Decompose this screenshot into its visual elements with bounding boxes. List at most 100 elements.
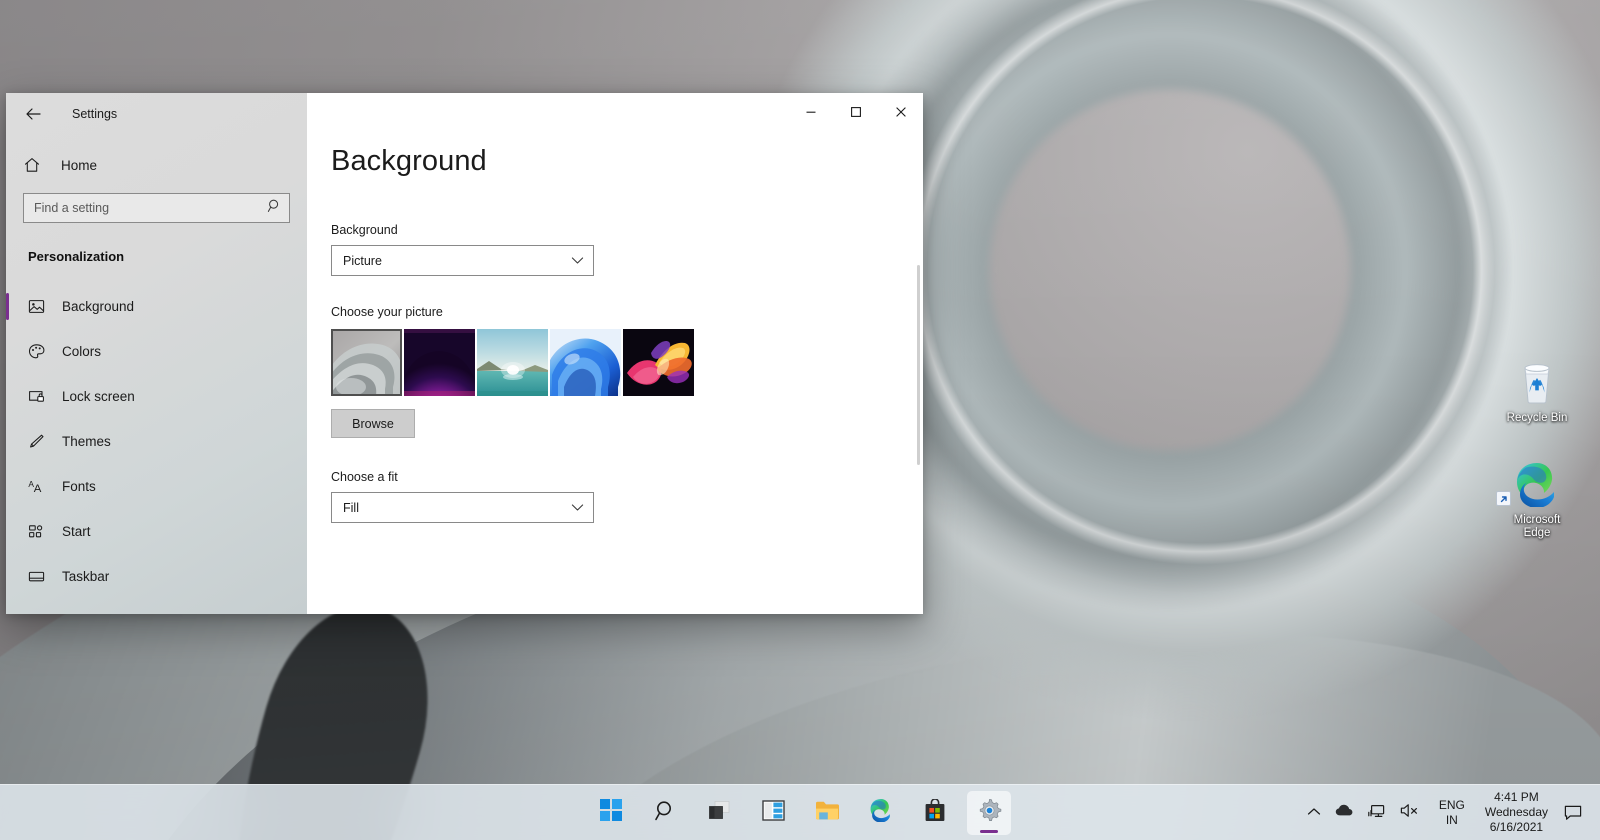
onedrive-cloud-icon[interactable] (1335, 804, 1354, 822)
sidebar-item-label: Taskbar (62, 569, 109, 584)
back-arrow-icon[interactable] (16, 99, 50, 129)
notification-chat-icon[interactable] (1558, 805, 1594, 821)
tray-language-line2: IN (1439, 813, 1465, 827)
tray-icon-group (1297, 803, 1429, 823)
maximize-icon[interactable] (833, 93, 878, 131)
desktop-icon-label: Microsoft Edge (1494, 514, 1580, 540)
browse-button[interactable]: Browse (331, 409, 415, 438)
search-input[interactable] (34, 201, 267, 215)
search-icon[interactable] (267, 198, 282, 218)
fit-dropdown-value: Fill (343, 501, 359, 515)
sidebar-item-label: Themes (62, 434, 111, 449)
picture-thumbnail-flower-abstract[interactable] (623, 329, 694, 396)
chevron-up-icon[interactable] (1307, 804, 1321, 822)
choose-fit-label: Choose a fit (331, 470, 923, 484)
search-box[interactable] (23, 193, 290, 223)
sidebar-home-label: Home (61, 158, 97, 173)
settings-gear-icon (977, 798, 1002, 828)
shortcut-arrow-icon (1496, 491, 1511, 506)
window-controls (788, 93, 923, 131)
sidebar-item-label: Colors (62, 344, 101, 359)
tray-day: Wednesday (1485, 805, 1548, 820)
taskbar-search-button[interactable] (643, 791, 687, 835)
taskbar-icon (28, 568, 54, 585)
content-scrollbar[interactable] (917, 265, 920, 465)
tray-language-indicator[interactable]: ENG IN (1429, 798, 1475, 826)
sidebar-item-themes[interactable]: Themes (6, 419, 307, 464)
window-title: Settings (72, 107, 117, 121)
chevron-down-icon (571, 499, 584, 517)
chevron-down-icon (571, 252, 584, 270)
taskbar: ENG IN 4:41 PM Wednesday 6/16/2021 (0, 784, 1600, 840)
sidebar-item-label: Background (62, 299, 134, 314)
brush-icon (28, 433, 54, 450)
edge-icon (1494, 460, 1580, 508)
background-dropdown-value: Picture (343, 254, 382, 268)
home-icon (23, 156, 53, 174)
system-tray: ENG IN 4:41 PM Wednesday 6/16/2021 (1297, 785, 1594, 840)
picture-thumbnail-row (331, 329, 923, 396)
taskbar-task-view-button[interactable] (697, 791, 741, 835)
choose-picture-label: Choose your picture (331, 305, 923, 319)
widgets-icon (762, 800, 785, 826)
taskbar-widgets-button[interactable] (751, 791, 795, 835)
windows-start-icon (600, 799, 622, 826)
tray-clock[interactable]: 4:41 PM Wednesday 6/16/2021 (1475, 790, 1558, 835)
sidebar-item-label: Lock screen (62, 389, 135, 404)
sidebar-nav-list: Background Colors (6, 284, 307, 599)
picture-thumbnail-sunset-lake[interactable] (477, 329, 548, 396)
choose-fit-section: Choose a fit Fill (331, 470, 923, 523)
picture-thumbnail-blue-bloom[interactable] (550, 329, 621, 396)
svg-text:A: A (34, 483, 42, 495)
background-dropdown[interactable]: Picture (331, 245, 594, 276)
sidebar-item-label: Start (62, 524, 91, 539)
desktop-icon-microsoft-edge[interactable]: Microsoft Edge (1494, 460, 1580, 540)
content-scroll-area: Background Picture Choose your picture (307, 223, 923, 523)
sidebar-section-label: Personalization (6, 223, 307, 264)
selection-indicator (6, 293, 9, 320)
sidebar-item-taskbar[interactable]: Taskbar (6, 554, 307, 599)
settings-content: Background Background Picture Choose you… (307, 93, 923, 614)
network-monitor-icon[interactable] (1368, 803, 1386, 823)
taskbar-active-indicator (980, 830, 998, 833)
sidebar-item-lock-screen[interactable]: Lock screen (6, 374, 307, 419)
minimize-icon[interactable] (788, 93, 833, 131)
file-explorer-icon (815, 800, 839, 826)
desktop: Recycle Bin Microsof (0, 0, 1600, 840)
picture-icon (28, 298, 54, 315)
sidebar-nav-top: Settings (6, 93, 307, 135)
task-view-icon (708, 800, 731, 826)
settings-window: Settings Home (6, 93, 923, 614)
sidebar-item-fonts[interactable]: A A Fonts (6, 464, 307, 509)
tray-date: 6/16/2021 (1485, 820, 1548, 835)
fit-dropdown[interactable]: Fill (331, 492, 594, 523)
search-icon (654, 799, 677, 827)
taskbar-microsoft-store-button[interactable] (913, 791, 957, 835)
sidebar-item-start[interactable]: Start (6, 509, 307, 554)
background-field-section: Background Picture (331, 223, 923, 276)
sidebar-item-background[interactable]: Background (6, 284, 307, 329)
tray-language-line1: ENG (1439, 798, 1465, 812)
close-icon[interactable] (878, 93, 923, 131)
picture-thumbnail-purple-glow[interactable] (404, 329, 475, 396)
volume-muted-icon[interactable] (1400, 803, 1419, 823)
taskbar-file-explorer-button[interactable] (805, 791, 849, 835)
taskbar-edge-button[interactable] (859, 791, 903, 835)
sidebar-search-wrap (6, 184, 307, 223)
edge-label-line2: Edge (1524, 527, 1551, 539)
taskbar-start-button[interactable] (589, 791, 633, 835)
recycle-bin-icon (1494, 358, 1580, 406)
sidebar-item-colors[interactable]: Colors (6, 329, 307, 374)
sidebar-item-label: Fonts (62, 479, 96, 494)
tray-time: 4:41 PM (1485, 790, 1548, 805)
picture-thumbnail-grey-bloom[interactable] (331, 329, 402, 396)
sidebar-item-home[interactable]: Home (6, 146, 307, 184)
edge-label-line1: Microsoft (1514, 514, 1561, 526)
microsoft-store-icon (924, 799, 946, 827)
choose-picture-section: Choose your picture (331, 305, 923, 438)
desktop-icon-recycle-bin[interactable]: Recycle Bin (1494, 358, 1580, 425)
edge-icon (869, 798, 893, 827)
taskbar-settings-button[interactable] (967, 791, 1011, 835)
start-layout-icon (28, 523, 54, 540)
desktop-icon-label: Recycle Bin (1494, 412, 1580, 425)
